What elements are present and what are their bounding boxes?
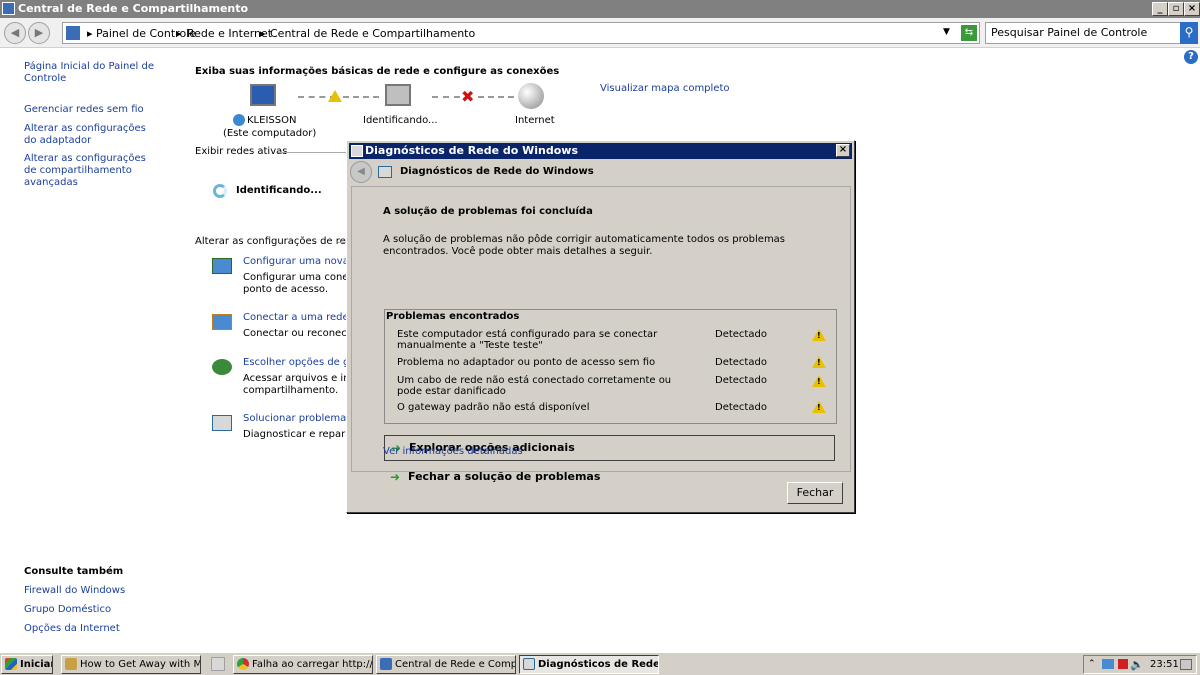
warning-icon	[812, 375, 826, 387]
taskbar-item-video[interactable]: How to Get Away with M...	[61, 655, 201, 674]
problem-status: Detectado	[715, 329, 767, 340]
problem-status: Detectado	[715, 402, 767, 413]
loading-icon	[213, 184, 227, 198]
network-center-icon	[2, 2, 15, 15]
address-bar: ◀ ▶ ▸ Painel de Controle ▸ Rede e Intern…	[0, 18, 1200, 48]
network-tray-icon[interactable]	[1102, 659, 1114, 669]
volume-icon[interactable]: 🔈	[1130, 656, 1144, 673]
clock[interactable]: 23:51	[1150, 656, 1179, 673]
problem-status: Detectado	[715, 357, 767, 368]
windows-logo-icon	[5, 658, 17, 670]
taskbar-item-chrome[interactable]: Falha ao carregar http://...	[233, 655, 373, 674]
notification-icon[interactable]	[1180, 659, 1192, 670]
show-hidden-icons-icon[interactable]: ⌃	[1088, 656, 1096, 673]
problems-panel: Problemas encontrados Este computador es…	[384, 309, 837, 424]
problem-item: Problema no adaptador ou ponto de acesso…	[397, 357, 656, 368]
troubleshoot-icon	[212, 415, 232, 431]
folder-icon	[65, 658, 77, 670]
close-troubleshooting-button[interactable]: ➜ Fechar a solução de problemas	[384, 465, 835, 491]
close-button[interactable]: ×	[1184, 2, 1200, 16]
homegroup-icon	[212, 359, 232, 375]
dialog-heading: A solução de problemas foi concluída	[383, 206, 593, 217]
problem-item: Um cabo de rede não está conectado corre…	[397, 375, 672, 397]
connect-icon	[212, 314, 232, 330]
taskbar-item-diagnostics[interactable]: Diagnósticos de Rede...	[519, 655, 659, 674]
task-connect: Conectar a uma rede Conectar ou reconect…	[212, 312, 361, 340]
see-also-firewall[interactable]: Firewall do Windows	[24, 585, 125, 597]
change-settings-heading: Alterar as configurações de rede	[195, 236, 359, 247]
error-x-icon: ✖	[461, 87, 475, 106]
chevron-down-icon[interactable]: ▼	[943, 27, 950, 37]
action-center-icon[interactable]	[1118, 659, 1128, 669]
warning-icon	[812, 329, 826, 341]
see-also-internet-options[interactable]: Opções da Internet	[24, 623, 125, 635]
breadcrumb-network-center[interactable]: Central de Rede e Compartilhamento	[270, 27, 475, 40]
taskbar: Iniciar How to Get Away with M... Falha …	[0, 652, 1200, 675]
identifying-status: Identificando...	[236, 185, 322, 196]
sidebar: Página Inicial do Painel de Controle Ger…	[24, 61, 184, 189]
sidebar-item-adapter[interactable]: Alterar as configurações do adaptador	[24, 123, 154, 147]
new-connection-icon	[212, 258, 232, 274]
computer-icon	[250, 84, 276, 106]
page-title: Exiba suas informações básicas de rede e…	[195, 66, 560, 77]
maximize-button[interactable]: ▫	[1168, 2, 1184, 16]
window-title-bar: Central de Rede e Compartilhamento _ ▫ ×	[0, 0, 1200, 18]
warning-icon	[812, 356, 826, 368]
window-title: Central de Rede e Compartilhamento	[18, 2, 249, 15]
taskbar-item-network-center[interactable]: Central de Rede e Comp...	[376, 655, 516, 674]
dialog-title: Diagnósticos de Rede do Windows	[365, 144, 579, 157]
refresh-icon[interactable]: ⇆	[961, 25, 977, 41]
task-connect-link[interactable]: Conectar a uma rede	[243, 312, 361, 324]
help-icon[interactable]: ?	[1184, 50, 1198, 64]
search-input[interactable]: Pesquisar Painel de Controle	[985, 22, 1181, 44]
warning-icon	[328, 90, 342, 102]
dialog-content: A solução de problemas foi concluída A s…	[351, 186, 851, 483]
dialog-message: A solução de problemas não pôde corrigir…	[383, 234, 786, 257]
system-tray: ⌃ 🔈 23:51	[1083, 655, 1197, 674]
network-center-icon	[380, 658, 392, 670]
dialog-header: Diagnósticos de Rede do Windows	[400, 166, 594, 177]
detailed-info-link[interactable]: Ver informações detalhadas	[383, 446, 523, 457]
back-button[interactable]: ◀	[4, 22, 26, 44]
diagnostics-icon	[351, 145, 363, 157]
problem-status: Detectado	[715, 375, 767, 386]
search-icon[interactable]: ⚲	[1180, 22, 1198, 44]
dialog-title-bar: Diagnósticos de Rede do Windows ×	[349, 143, 852, 159]
dialog-back-button[interactable]: ◀	[350, 161, 372, 183]
sidebar-item-home[interactable]: Página Inicial do Painel de Controle	[24, 61, 184, 85]
problems-title: Problemas encontrados	[386, 311, 520, 322]
forward-button[interactable]: ▶	[28, 22, 50, 44]
chrome-icon	[237, 658, 249, 670]
network-icon	[385, 84, 411, 106]
dialog-fechar-button[interactable]: Fechar	[787, 482, 843, 504]
computer-name: KLEISSON	[247, 115, 297, 126]
see-also-homegroup[interactable]: Grupo Doméstico	[24, 604, 125, 616]
arrow-right-icon: ➜	[390, 470, 401, 484]
problem-item: Este computador está configurado para se…	[397, 329, 658, 351]
desktop-icon[interactable]	[211, 657, 225, 671]
control-panel-icon	[66, 26, 80, 40]
see-also-title: Consulte também	[24, 566, 124, 577]
dialog-close-button[interactable]: ×	[836, 144, 850, 157]
task-new-connection: Configurar uma nova co Configurar uma co…	[212, 256, 366, 296]
sidebar-item-wireless[interactable]: Gerenciar redes sem fio	[24, 104, 184, 116]
minimize-button[interactable]: _	[1152, 2, 1168, 16]
active-networks-heading: Exibir redes ativas	[195, 146, 288, 157]
start-button[interactable]: Iniciar	[1, 655, 53, 674]
warning-icon	[812, 401, 826, 413]
address-field[interactable]: ▸ Painel de Controle ▸ Rede e Internet ▸…	[62, 22, 980, 44]
user-network-icon	[233, 114, 245, 126]
diagnostics-icon	[523, 658, 535, 670]
computer-label: (Este computador)	[223, 128, 317, 139]
see-also: Consulte também Firewall do Windows Grup…	[24, 566, 125, 635]
globe-icon	[518, 83, 544, 109]
network-label: Identificando...	[363, 115, 438, 126]
sidebar-item-sharing[interactable]: Alterar as configurações de compartilham…	[24, 153, 159, 189]
internet-label: Internet	[515, 115, 555, 126]
diagnostics-dialog: Diagnósticos de Rede do Windows × ◀ Diag…	[346, 140, 855, 513]
view-full-map-link[interactable]: Visualizar mapa completo	[600, 83, 730, 94]
problem-item: O gateway padrão não está disponível	[397, 402, 590, 413]
diagnostics-header-icon	[378, 166, 392, 178]
task-troubleshoot: Solucionar problemas Diagnosticar e repa…	[212, 413, 365, 441]
